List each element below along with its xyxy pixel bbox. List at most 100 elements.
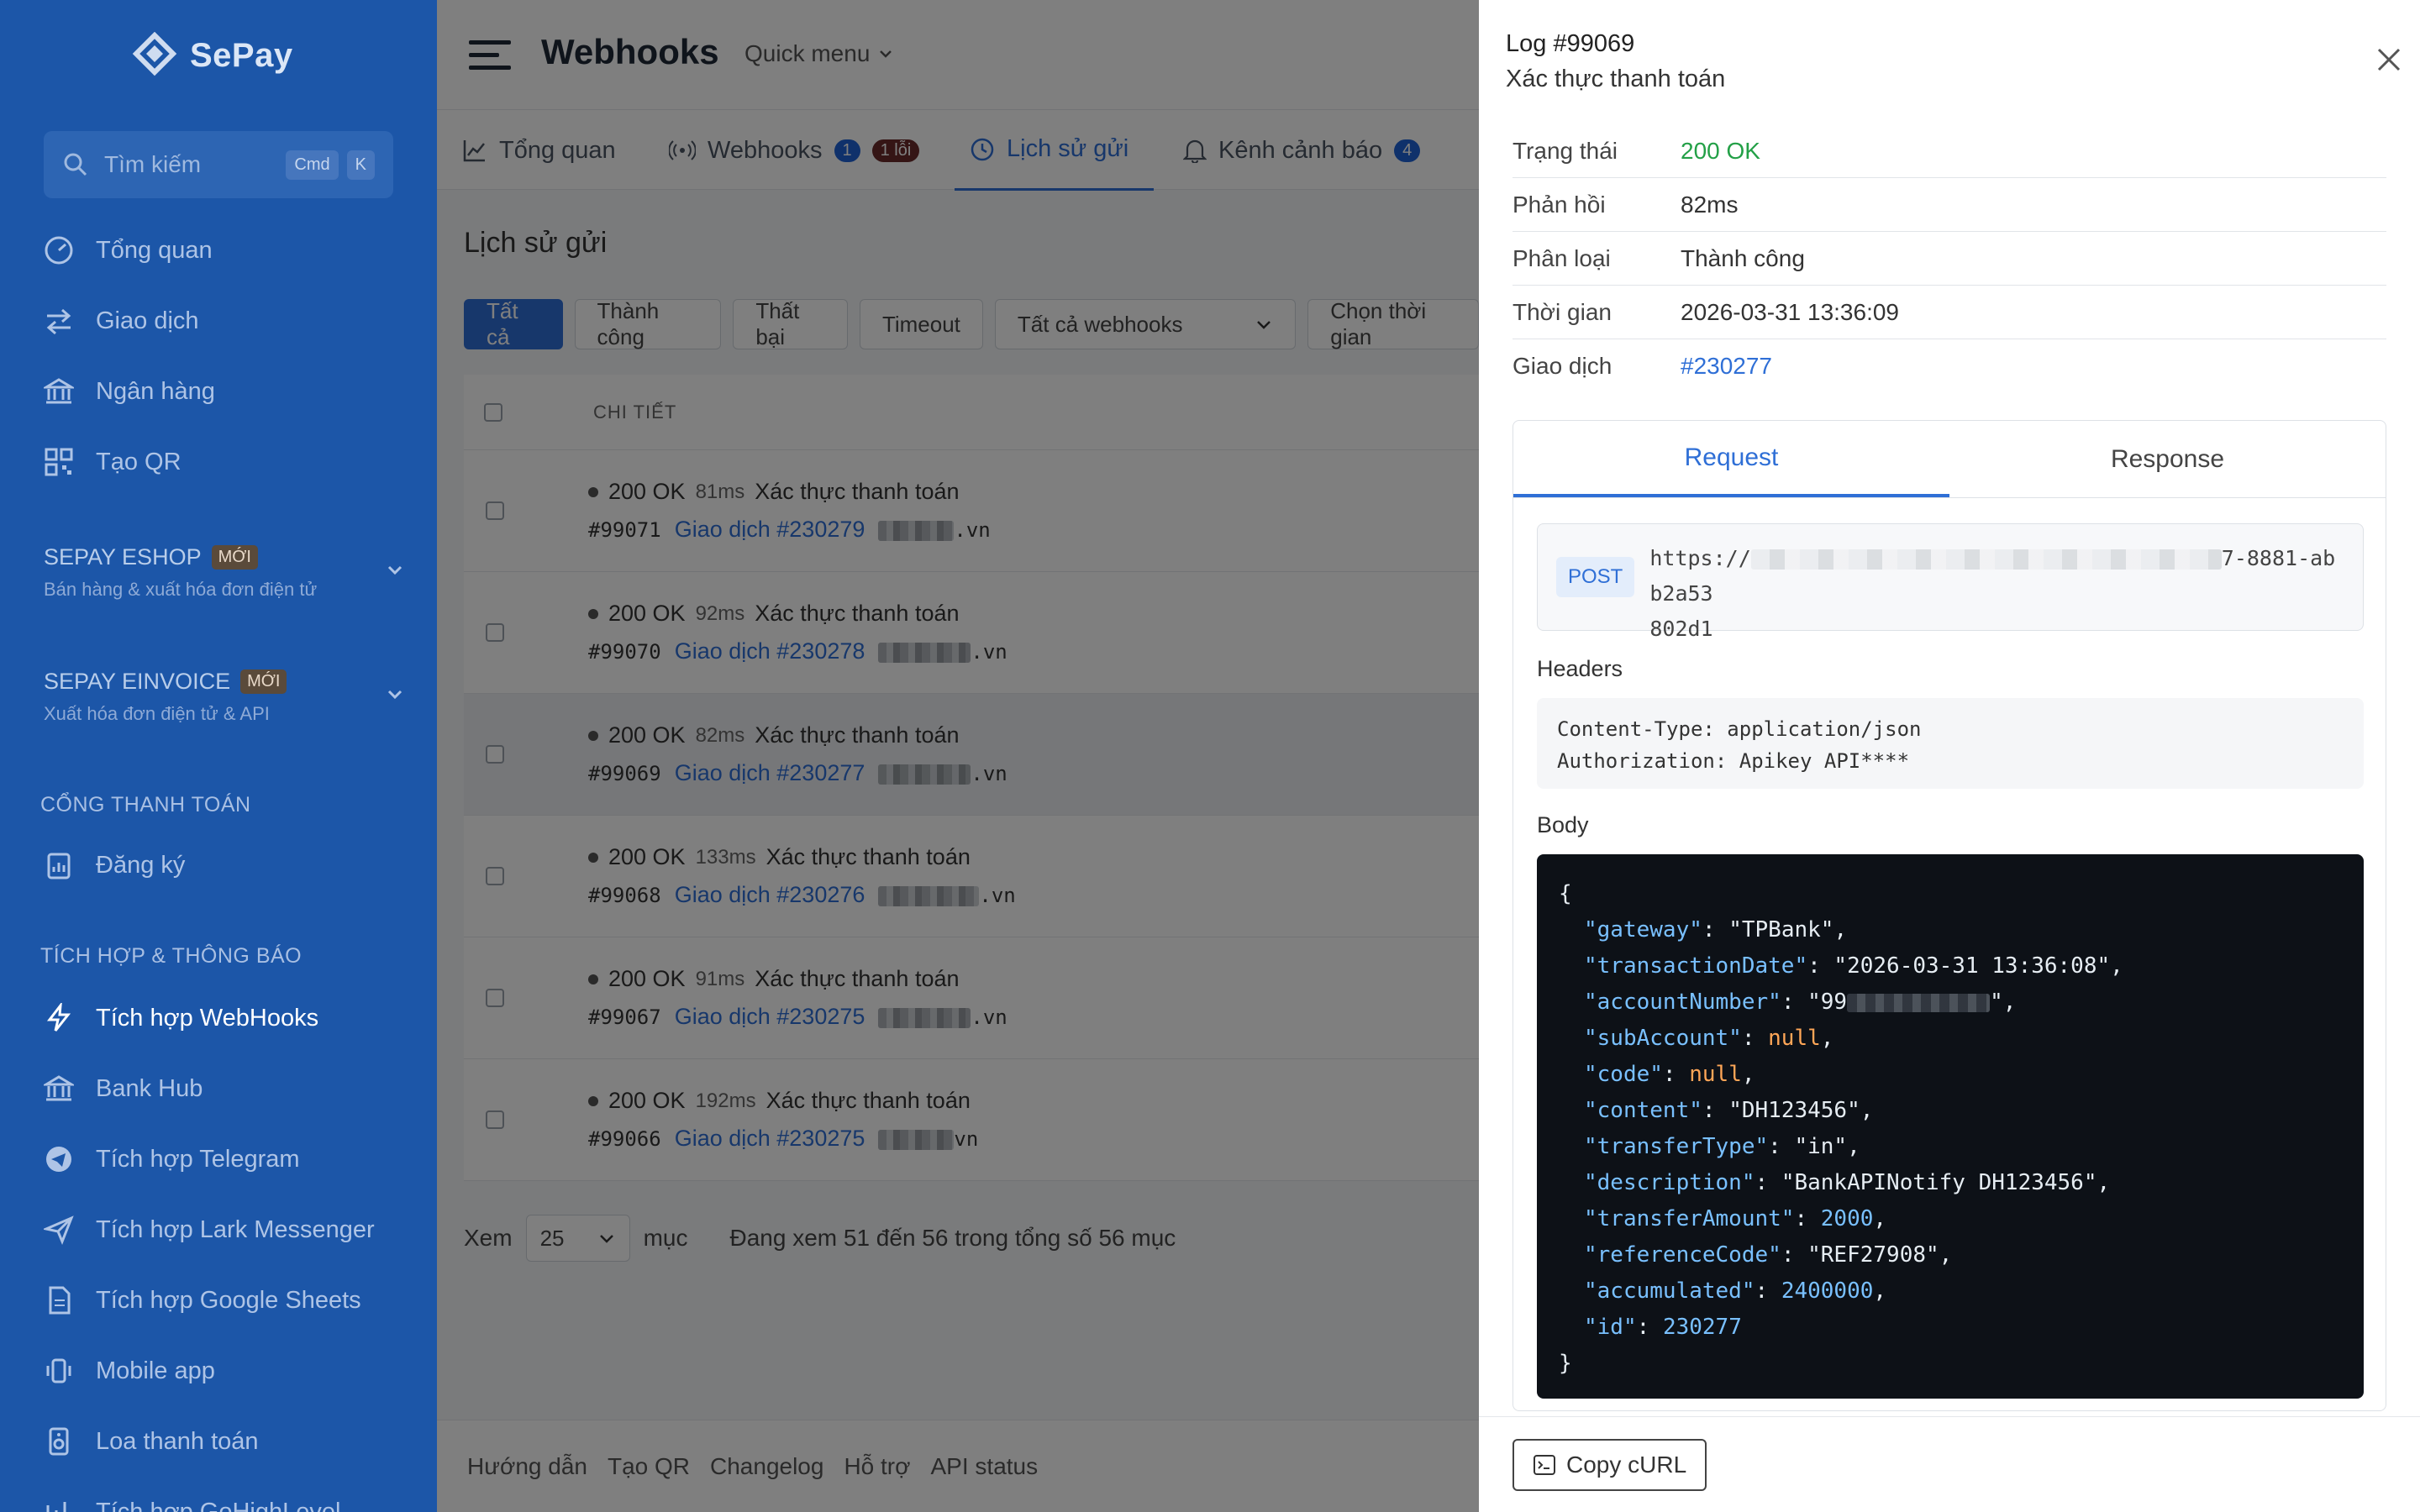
log-detail-drawer: Log #99069 Xác thực thanh toán Trạng thá… <box>1479 0 2420 1512</box>
redacted-block <box>1750 549 2222 570</box>
bank-icon <box>42 1072 76 1105</box>
group-title: SEPAY EINVOICE <box>44 669 231 694</box>
field-label: Thời gian <box>1512 298 1612 325</box>
sidebar-item-google-sheets[interactable]: Tích hợp Google Sheets <box>42 1284 361 1317</box>
sidebar-item-label: Ngân hàng <box>96 377 215 405</box>
field-status: Trạng thái 200 OK <box>1512 124 2386 178</box>
field-label: Phân loại <box>1512 244 1611 271</box>
field-value: 200 OK <box>1681 137 1760 164</box>
sidebar-item-label: Đăng ký <box>96 851 186 879</box>
close-icon[interactable] <box>2376 47 2402 72</box>
json-line: "accumulated": 2400000, <box>1584 1278 1887 1304</box>
headers-label: Headers <box>1537 656 1623 681</box>
sidebar-item-register[interactable]: Đăng ký <box>42 848 185 882</box>
json-line: "transferType": "in", <box>1584 1134 1860 1159</box>
json-line: "code": null, <box>1584 1062 1755 1087</box>
json-brace: } <box>1559 1351 1572 1376</box>
sidebar-item-label: Tích hợp WebHooks <box>96 1004 319 1032</box>
json-line: "transferAmount": 2000, <box>1584 1206 1887 1231</box>
search-placeholder: Tìm kiếm <box>104 151 202 177</box>
chart-icon <box>42 1495 76 1512</box>
sidebar-item-label: Tạo QR <box>96 448 182 475</box>
header-line: Content-Type: application/json <box>1557 717 1922 741</box>
telegram-icon <box>42 1142 76 1176</box>
json-body: { "gateway": "TPBank", "transactionDate"… <box>1537 854 2364 1399</box>
url-suffix-2: 802d1 <box>1649 617 1713 641</box>
section-title-integration: TÍCH HỢP & THÔNG BÁO <box>40 944 302 968</box>
logo[interactable]: SePay <box>131 32 293 79</box>
request-response-card: Request Response POST https://7-8881-abb… <box>1512 420 2386 1411</box>
sidebar-item-speaker[interactable]: Loa thanh toán <box>42 1425 259 1458</box>
send-icon <box>42 1213 76 1247</box>
field-label: Giao dịch <box>1512 353 1612 379</box>
new-badge: MỚI <box>240 669 287 694</box>
group-subtitle: Bán hàng & xuất hóa đơn điện tử <box>44 579 318 600</box>
sidebar-item-transactions[interactable]: Giao dịch <box>42 304 199 338</box>
field-response-time: Phản hồi 82ms <box>1512 178 2386 232</box>
header-line: Authorization: Apikey API**** <box>1557 749 1910 773</box>
tab-request[interactable]: Request <box>1513 421 1949 497</box>
speaker-icon <box>42 1425 76 1458</box>
field-time: Thời gian 2026-03-31 13:36:09 <box>1512 286 2386 339</box>
copy-curl-label: Copy cURL <box>1566 1452 1687 1478</box>
sidebar-item-bank-hub[interactable]: Bank Hub <box>42 1072 203 1105</box>
transaction-link[interactable]: #230277 <box>1681 353 1772 380</box>
sidebar-item-lark[interactable]: Tích hợp Lark Messenger <box>42 1213 375 1247</box>
sidebar-item-label: Tích hợp GoHighLevel <box>96 1498 341 1512</box>
sidebar-item-banks[interactable]: Ngân hàng <box>42 375 215 408</box>
sidebar-item-gohighlevel[interactable]: Tích hợp GoHighLevel <box>42 1495 340 1512</box>
drawer-subtitle: Xác thực thanh toán <box>1506 66 1726 92</box>
shortcut-cmd: Cmd <box>286 150 339 180</box>
request-url-box: POST https://7-8881-abb2a53 802d1 <box>1537 523 2364 641</box>
body-label: Body <box>1537 812 1589 837</box>
sidebar-item-label: Tích hợp Google Sheets <box>96 1286 361 1314</box>
field-value: 2026-03-31 13:36:09 <box>1681 298 1899 325</box>
sidebar-search[interactable]: Tìm kiếm Cmd K <box>44 131 393 198</box>
sepay-logo-icon <box>132 32 177 76</box>
bank-icon <box>42 375 76 408</box>
field-transaction: Giao dịch #230277 <box>1512 339 2386 393</box>
qr-icon <box>42 445 76 479</box>
field-value: Thành công <box>1681 244 1805 271</box>
field-classification: Phân loại Thành công <box>1512 232 2386 286</box>
sidebar-item-label: Loa thanh toán <box>96 1427 259 1455</box>
lightning-icon <box>42 1001 76 1035</box>
field-value: 82ms <box>1681 191 1739 218</box>
transfer-icon <box>42 304 76 338</box>
drawer-footer: Copy cURL <box>1479 1416 2420 1512</box>
json-line: "accountNumber": "99 ", <box>1584 990 2017 1015</box>
terminal-icon <box>1534 1455 1555 1475</box>
sidebar-group-eshop[interactable]: SEPAY ESHOP MỚI Bán hàng & xuất hóa đơn đ… <box>44 544 405 601</box>
group-title: SEPAY ESHOP <box>44 544 202 570</box>
field-label: Trạng thái <box>1512 137 1618 164</box>
json-brace: { <box>1559 881 1572 906</box>
sidebar-group-einvoice[interactable]: SEPAY EINVOICE MỚI Xuất hóa đơn điện tử &… <box>44 669 405 725</box>
chevron-down-icon <box>387 690 402 700</box>
json-line: "description": "BankAPINotify DH123456", <box>1584 1170 2111 1195</box>
field-label: Phản hồi <box>1512 191 1606 218</box>
sidebar-item-label: Tổng quan <box>96 236 213 264</box>
phone-vibrate-icon <box>42 1354 76 1388</box>
sheet-icon <box>42 1284 76 1317</box>
headers-block: Content-Type: application/json Authoriza… <box>1537 698 2364 789</box>
sidebar-item-overview[interactable]: Tổng quan <box>42 234 213 267</box>
json-line: "content": "DH123456", <box>1584 1098 1874 1123</box>
sidebar-item-webhooks[interactable]: Tích hợp WebHooks <box>42 1001 318 1035</box>
redacted-block <box>1847 993 1991 1012</box>
request-response-tabs: Request Response <box>1513 421 2386 498</box>
sidebar-item-label: Tích hợp Telegram <box>96 1145 300 1173</box>
sidebar-item-mobile-app[interactable]: Mobile app <box>42 1354 215 1388</box>
sidebar-item-label: Mobile app <box>96 1357 215 1384</box>
json-line: "subAccount": null, <box>1584 1026 1834 1051</box>
url-prefix: https:// <box>1649 546 1751 570</box>
clipboard-icon <box>42 848 76 882</box>
sidebar-item-create-qr[interactable]: Tạo QR <box>42 445 182 479</box>
tab-response[interactable]: Response <box>1949 421 2386 497</box>
sidebar-item-telegram[interactable]: Tích hợp Telegram <box>42 1142 300 1176</box>
sidebar-item-label: Tích hợp Lark Messenger <box>96 1215 375 1243</box>
modal-backdrop[interactable] <box>437 0 1479 1512</box>
sidebar: SePay Tìm kiếm Cmd K Tổng quan Giao dịch… <box>0 0 437 1512</box>
logo-text: SePay <box>190 36 293 74</box>
sidebar-item-label: Bank Hub <box>96 1074 203 1102</box>
copy-curl-button[interactable]: Copy cURL <box>1512 1439 1707 1491</box>
